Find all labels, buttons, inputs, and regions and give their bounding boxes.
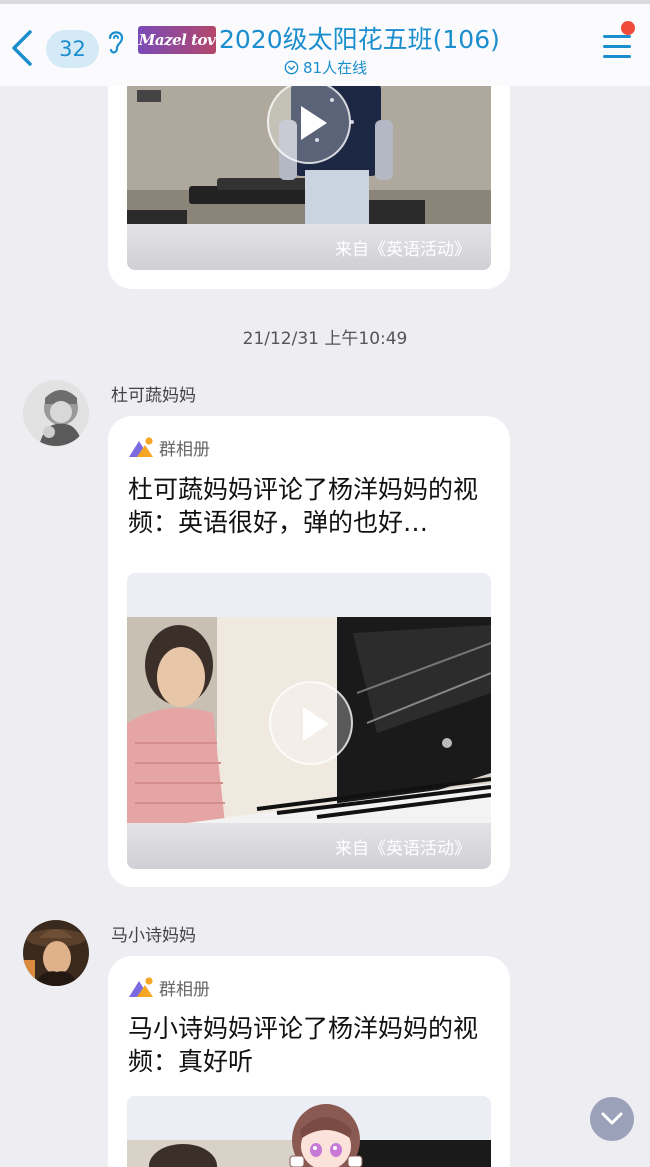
- menu-button[interactable]: [600, 32, 634, 62]
- group-album-label[interactable]: 群相册: [128, 435, 210, 460]
- chevron-down-icon: [601, 1112, 623, 1125]
- back-button[interactable]: [6, 26, 38, 70]
- album-label: 群相册: [159, 979, 210, 1000]
- online-status[interactable]: 81人在线: [284, 57, 367, 77]
- source-bar[interactable]: 来自《英语活动》: [127, 224, 491, 270]
- message-timestamp: 21/12/31 上午10:49: [242, 329, 408, 349]
- play-icon: [269, 681, 353, 765]
- avatar[interactable]: [23, 380, 89, 446]
- album-icon: [129, 437, 153, 457]
- chevron-down-circle-icon: [284, 60, 299, 74]
- source-label: 来自《英语活动》: [335, 240, 471, 260]
- video-thumbnail[interactable]: [127, 573, 491, 823]
- ear-icon[interactable]: [106, 28, 126, 56]
- chevron-left-icon: [12, 30, 32, 66]
- mascot-sticker: [289, 1104, 363, 1167]
- sender-name: 马小诗妈妈: [111, 926, 196, 946]
- unread-count-badge[interactable]: 32: [46, 30, 99, 68]
- online-count: 81人在线: [303, 58, 368, 77]
- group-title[interactable]: 2020级太阳花五班(106): [219, 20, 500, 56]
- play-icon: [267, 80, 351, 164]
- notification-dot: [621, 21, 635, 35]
- source-label: 来自《英语活动》: [335, 839, 471, 859]
- source-bar[interactable]: 来自《英语活动》: [127, 823, 491, 869]
- chat-header: 32 Mazel tov 2020级太阳花五班(106) 81人在线: [0, 0, 650, 86]
- sender-name: 杜可蔬妈妈: [111, 386, 196, 406]
- group-logo: Mazel tov: [138, 26, 216, 54]
- scroll-to-bottom-button[interactable]: [590, 1097, 634, 1141]
- avatar[interactable]: [23, 920, 89, 986]
- menu-icon: [603, 35, 631, 38]
- message-text: 马小诗妈妈评论了杨洋妈妈的视频：真好听: [128, 1014, 479, 1076]
- album-label: 群相册: [159, 439, 210, 460]
- album-icon: [129, 977, 153, 997]
- group-album-label[interactable]: 群相册: [128, 975, 210, 1000]
- message-text: 杜可蔬妈妈评论了杨洋妈妈的视频：英语很好，弹的也好…: [128, 475, 479, 537]
